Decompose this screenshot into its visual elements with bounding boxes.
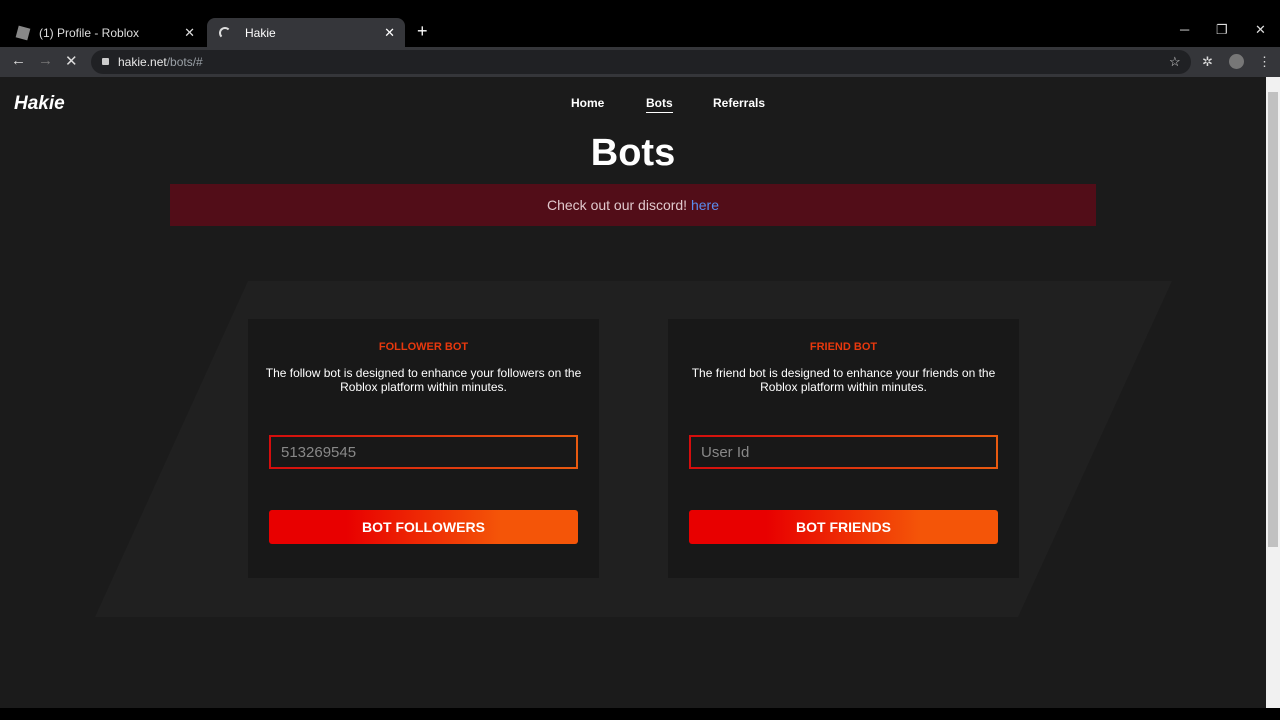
card-title: FRIEND BOT [809, 341, 878, 353]
nav-referrals[interactable]: Referrals [713, 96, 765, 110]
friend-bot-card: FRIEND BOT The friend bot is designed to… [668, 319, 1019, 578]
follower-user-id-input[interactable] [269, 435, 578, 469]
browser-toolbar: ← → ✕ hakie.net/bots/# ☆ ✲ ⋮ [0, 47, 1280, 77]
bot-friends-button[interactable]: BOT FRIENDS [689, 510, 998, 544]
tab-roblox[interactable]: (1) Profile - Roblox ✕ [5, 18, 205, 47]
tab-title: (1) Profile - Roblox [39, 25, 140, 40]
lock-icon [102, 58, 109, 65]
restore-icon[interactable]: ❐ [1216, 22, 1228, 38]
address-bar[interactable]: hakie.net/bots/# [91, 50, 1191, 74]
friend-user-id-input[interactable] [689, 435, 998, 469]
url-host: hakie.net [118, 55, 167, 69]
tab-hakie[interactable]: Hakie ✕ [207, 18, 405, 47]
background-shape [95, 281, 1172, 617]
menu-kebab-icon[interactable]: ⋮ [1258, 54, 1271, 70]
banner-text: Check out our discord! [547, 197, 691, 213]
close-window-icon[interactable]: ✕ [1255, 22, 1266, 38]
window-top [0, 0, 1280, 15]
new-tab-button[interactable]: + [417, 21, 428, 42]
close-tab-icon[interactable]: ✕ [184, 25, 195, 41]
roblox-favicon-icon [15, 25, 31, 40]
page-scrollbar[interactable] [1266, 77, 1280, 708]
minimize-icon[interactable]: ─ [1180, 22, 1189, 37]
loading-spinner-icon [219, 26, 231, 39]
forward-icon[interactable]: → [38, 52, 53, 69]
extensions-icon[interactable]: ✲ [1202, 54, 1213, 70]
bookmark-star-icon[interactable]: ☆ [1169, 54, 1181, 70]
card-description: The follow bot is designed to enhance yo… [265, 366, 582, 394]
close-tab-icon[interactable]: ✕ [384, 25, 395, 41]
bot-followers-button[interactable]: BOT FOLLOWERS [269, 510, 578, 544]
profile-avatar-icon[interactable] [1229, 54, 1244, 69]
url-path: /bots/# [166, 55, 203, 69]
stop-loading-icon[interactable]: ✕ [65, 52, 78, 70]
tab-strip: (1) Profile - Roblox ✕ Hakie ✕ [0, 15, 1280, 47]
site-logo[interactable]: Hakie [14, 93, 65, 115]
tab-title: Hakie [245, 25, 276, 40]
discord-banner: Check out our discord! here [170, 184, 1096, 226]
discord-link[interactable]: here [691, 197, 719, 213]
back-icon[interactable]: ← [11, 52, 26, 69]
nav-home[interactable]: Home [571, 96, 604, 110]
card-title: FOLLOWER BOT [378, 341, 469, 353]
window-bottom [0, 708, 1280, 720]
follower-bot-card: FOLLOWER BOT The follow bot is designed … [248, 319, 599, 578]
page-title: Bots [590, 132, 676, 174]
scrollbar-thumb[interactable] [1268, 92, 1278, 547]
card-description: The friend bot is designed to enhance yo… [691, 366, 996, 394]
nav-bots[interactable]: Bots [646, 96, 673, 113]
